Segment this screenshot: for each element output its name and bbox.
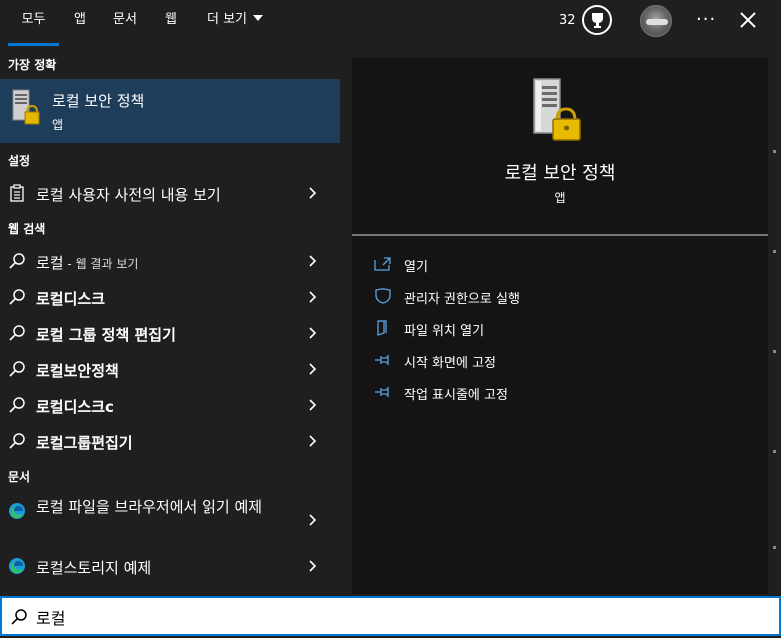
web-item-label: 로컬 그룹 정책 편집기	[36, 326, 176, 344]
detail-subtitle: 앱	[554, 191, 566, 205]
search-icon	[9, 253, 25, 269]
section-best-match: 가장 정확	[8, 58, 57, 72]
tab-apps[interactable]: 앱	[70, 0, 90, 46]
search-icon	[9, 397, 25, 413]
settings-item[interactable]: 로컬 사용자 사전의 내용 보기	[0, 175, 340, 211]
doc-item-label: 로컬 파일을 브라우저에서 읽기 예제	[36, 498, 263, 516]
edge-icon	[9, 558, 25, 574]
search-bar	[0, 596, 781, 636]
top-bar: 모두 앱 문서 웹 더 보기 32 ···	[0, 0, 781, 46]
best-match-item[interactable]: 로컬 보안 정책 앱	[0, 79, 340, 143]
chevron-right-icon	[309, 514, 317, 526]
web-item-security-policy[interactable]: 로컬보안정책	[0, 351, 340, 387]
web-item-label: 로컬보안정책	[36, 362, 119, 380]
chevron-right-icon	[309, 327, 317, 339]
web-item-local-disk[interactable]: 로컬디스크	[0, 279, 340, 315]
pin-icon	[375, 354, 389, 366]
web-item-label: 로컬디스크c	[36, 398, 114, 416]
best-match-title: 로컬 보안 정책	[52, 92, 145, 110]
close-icon[interactable]	[738, 10, 758, 30]
caret-down-icon	[253, 15, 263, 21]
trophy-icon[interactable]	[582, 5, 612, 35]
search-icon	[9, 289, 25, 305]
open-icon	[374, 257, 391, 271]
doc-item-file-reading[interactable]: 로컬 파일을 브라우저에서 읽기 예제	[0, 492, 340, 548]
rewards-points: 32	[559, 13, 576, 28]
security-policy-icon	[528, 76, 584, 148]
tab-all[interactable]: 모두	[8, 0, 59, 46]
doc-item-local-storage[interactable]: 로컬스토리지 예제	[0, 548, 340, 584]
section-settings: 설정	[8, 154, 31, 168]
web-item-label: 로컬그룹편집기	[36, 434, 133, 452]
search-input[interactable]	[36, 604, 736, 630]
web-item-label: 로컬	[36, 254, 64, 272]
section-documents: 문서	[8, 470, 31, 484]
chevron-right-icon	[309, 363, 317, 375]
scrollbar[interactable]	[773, 150, 777, 550]
search-icon	[9, 361, 25, 377]
section-web-search: 웹 검색	[8, 222, 46, 236]
web-item-group-editor[interactable]: 로컬그룹편집기	[0, 423, 340, 459]
chevron-right-icon	[309, 435, 317, 447]
detail-title: 로컬 보안 정책	[504, 163, 616, 184]
folder-icon	[377, 320, 387, 336]
edge-icon	[9, 503, 25, 519]
chevron-right-icon	[309, 399, 317, 411]
search-icon	[9, 433, 25, 449]
web-item-suffix: - 웹 결과 보기	[63, 257, 139, 271]
web-item-local[interactable]: 로컬 - 웹 결과 보기	[0, 243, 340, 279]
chevron-right-icon	[309, 187, 317, 199]
pin-icon	[375, 386, 389, 398]
clipboard-icon	[10, 184, 24, 202]
search-icon	[9, 325, 25, 341]
tab-documents[interactable]: 문서	[111, 0, 139, 46]
web-item-local-disk-c[interactable]: 로컬디스크c	[0, 387, 340, 423]
results-list: 가장 정확 로컬 보안 정책 앱 설정 로컬 사용자 사전의 내용 보기 웹 검	[0, 46, 340, 596]
tab-web[interactable]: 웹	[162, 0, 180, 46]
best-match-subtitle: 앱	[52, 118, 64, 132]
tab-more[interactable]: 더 보기	[203, 0, 267, 46]
chevron-right-icon	[309, 291, 317, 303]
chevron-right-icon	[309, 255, 317, 267]
avatar[interactable]	[640, 5, 672, 37]
divider	[352, 234, 768, 236]
more-options-icon[interactable]: ···	[696, 9, 716, 30]
detail-panel: 로컬 보안 정책 앱 열기 관리자 권한으로 실행 파일 위치 열기 시작 화면…	[352, 58, 768, 594]
search-icon	[11, 609, 27, 625]
web-item-group-policy-editor[interactable]: 로컬 그룹 정책 편집기	[0, 315, 340, 351]
shield-icon	[375, 288, 391, 304]
doc-item-label: 로컬스토리지 예제	[36, 559, 152, 577]
chevron-right-icon	[309, 560, 317, 572]
web-item-label: 로컬디스크	[36, 290, 106, 308]
settings-item-label: 로컬 사용자 사전의 내용 보기	[36, 186, 221, 204]
security-policy-icon	[9, 88, 41, 132]
